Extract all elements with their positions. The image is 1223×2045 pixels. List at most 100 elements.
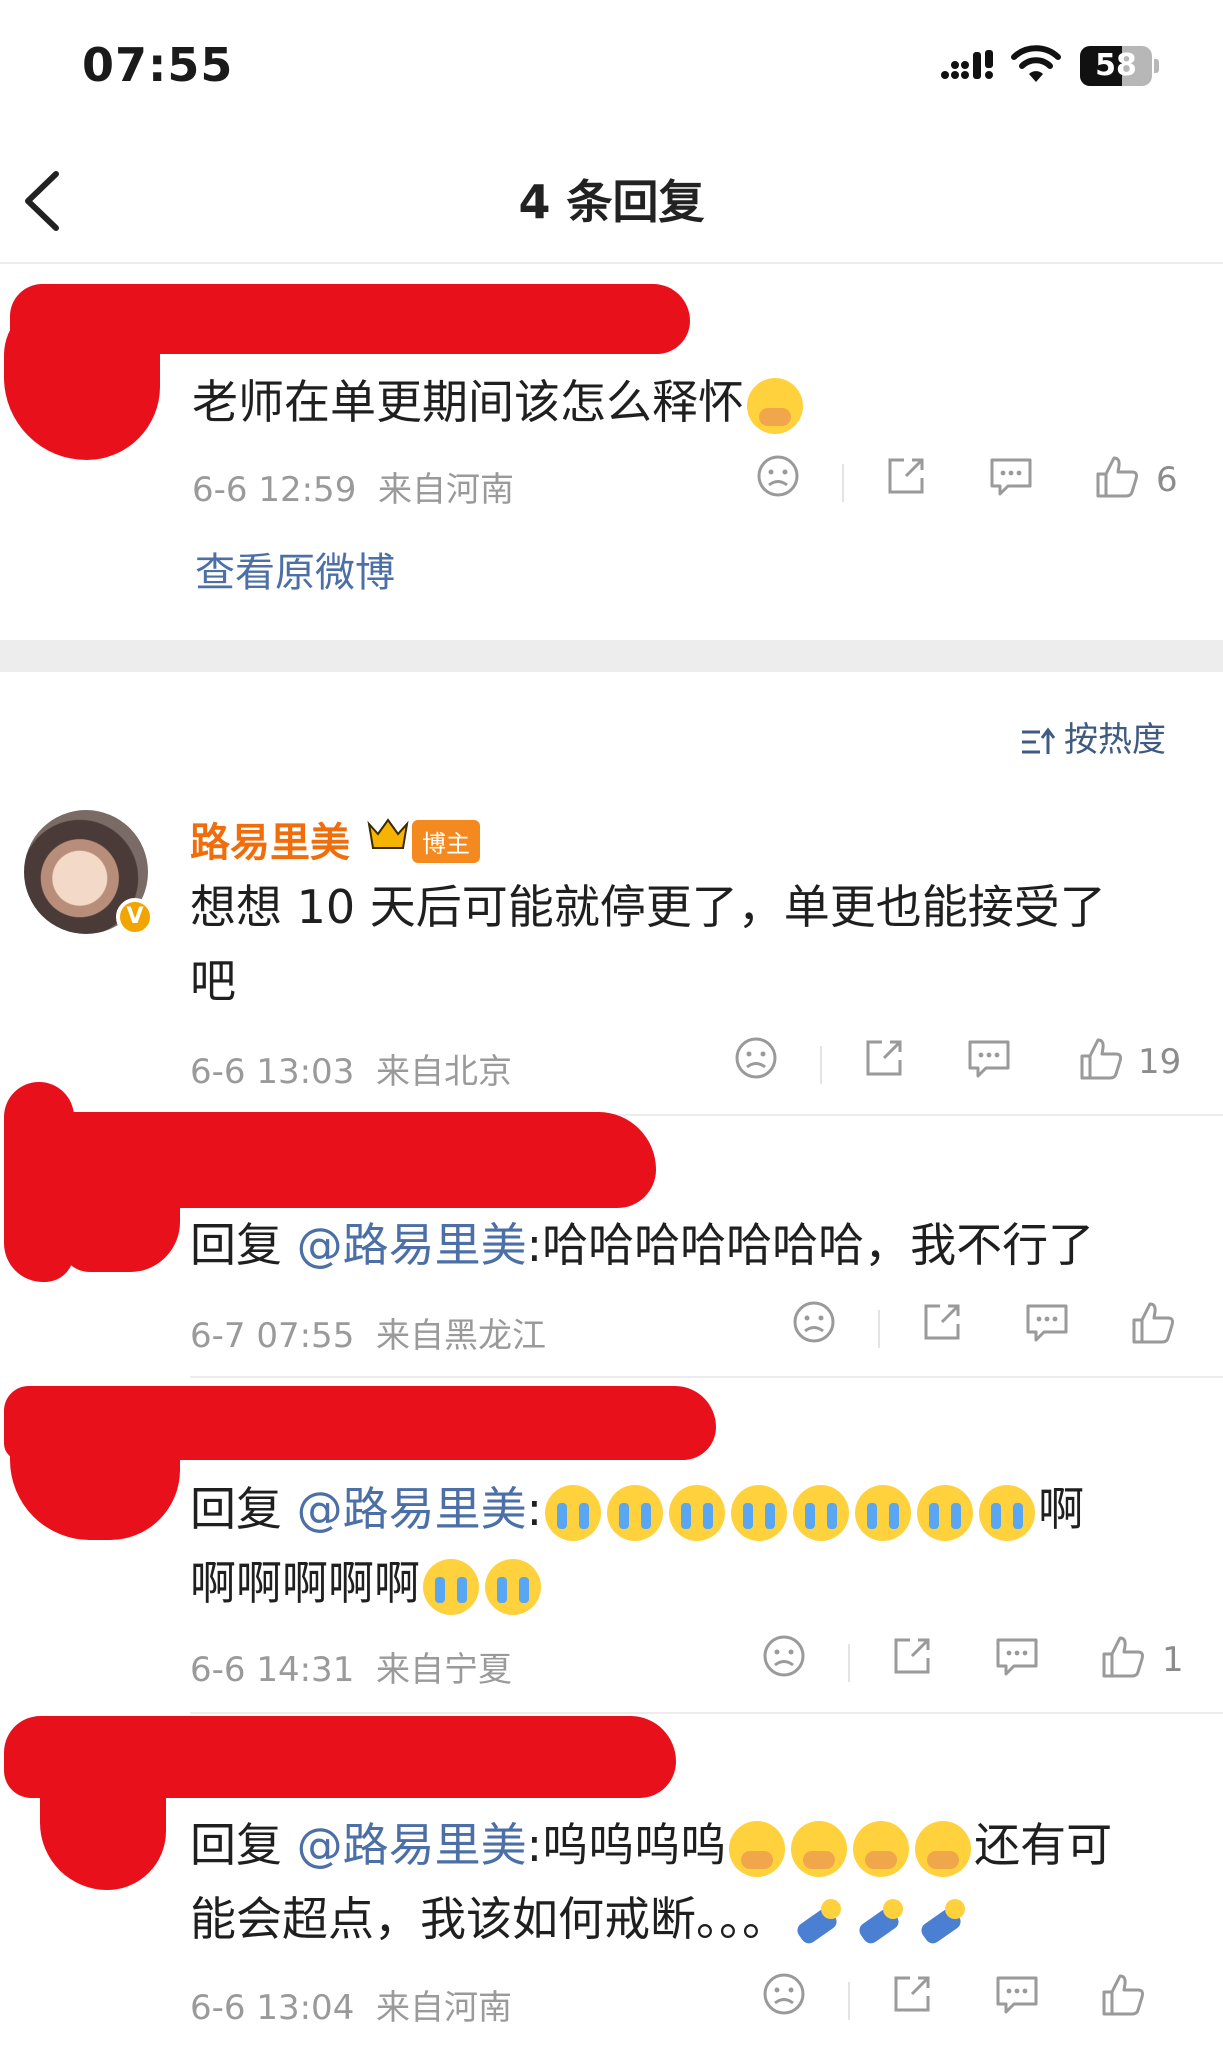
- redaction-mark: [40, 1730, 166, 1890]
- reply-text: 回复 @路易里美:呜呜呜呜 还有可 能会超点，我该如何戒断。。。: [190, 1808, 1112, 1956]
- crying-emoji-icon: [423, 1558, 479, 1615]
- like-button[interactable]: [1130, 1300, 1176, 1346]
- clock: 07:55: [82, 38, 234, 92]
- crying-emoji-icon: [917, 1484, 974, 1541]
- reply-meta: 6-6 13:03 来自北京: [190, 1044, 512, 1093]
- mention-link[interactable]: @路易里美: [297, 1218, 527, 1272]
- crying-emoji-icon: [793, 1484, 850, 1541]
- comment-button[interactable]: [988, 454, 1034, 498]
- section-divider: [0, 640, 1223, 672]
- share-icon: [866, 1040, 902, 1076]
- sort-toggle[interactable]: 按热度: [1020, 712, 1166, 761]
- location: 来自宁夏: [375, 1650, 512, 1690]
- location: 来自河南: [375, 1988, 512, 2028]
- dislike-button[interactable]: [756, 454, 800, 498]
- frown-face-icon: [763, 1635, 805, 1677]
- share-button[interactable]: [884, 454, 928, 498]
- crying-emoji-icon: [607, 1484, 664, 1541]
- comment-icon: [1026, 1304, 1068, 1342]
- hand-over-mouth-emoji-icon: [747, 377, 803, 434]
- share-icon: [924, 1304, 960, 1340]
- timestamp: 6-6 13:04: [190, 1988, 355, 2028]
- share-button[interactable]: [920, 1300, 964, 1344]
- mention-link[interactable]: @路易里美: [297, 1818, 527, 1872]
- frown-face-icon: [757, 455, 799, 497]
- sort-icon: [1022, 727, 1056, 754]
- reply-action-bar: [792, 1300, 1192, 1360]
- reply-text: 想想 10 天后可能就停更了，单更也能接受了 吧: [190, 880, 1106, 1008]
- like-count: 19: [1138, 1042, 1182, 1082]
- reply-meta: 6-6 13:04 来自河南: [190, 1980, 512, 2029]
- thumbs-up-icon: [1132, 1302, 1174, 1344]
- hand-over-mouth-emoji-icon: [791, 1820, 848, 1877]
- location: 来自黑龙江: [375, 1316, 546, 1356]
- reply-action-bar: [762, 1972, 1192, 2032]
- like-button[interactable]: [1100, 1972, 1146, 2018]
- dislike-button[interactable]: [792, 1300, 836, 1344]
- verified-badge-icon: V: [116, 898, 154, 936]
- battery-level: 58: [1095, 48, 1137, 83]
- crying-emoji-icon: [731, 1484, 788, 1541]
- like-button[interactable]: [1094, 454, 1140, 500]
- like-button[interactable]: [1100, 1634, 1146, 1680]
- thumbs-up-icon: [1080, 1038, 1122, 1080]
- hand-over-mouth-emoji-icon: [729, 1820, 786, 1877]
- crying-emoji-icon: [979, 1484, 1036, 1541]
- dislike-button[interactable]: [734, 1036, 778, 1080]
- share-button[interactable]: [890, 1634, 934, 1678]
- timestamp: 6-6 13:03: [190, 1052, 355, 1092]
- cellular-signal-icon: [941, 50, 993, 79]
- comment-button[interactable]: [994, 1972, 1040, 2016]
- page-title: 4 条回复: [518, 175, 705, 229]
- crying-emoji-icon: [855, 1484, 912, 1541]
- comment-icon: [990, 458, 1032, 496]
- frown-face-icon: [793, 1301, 835, 1343]
- like-button[interactable]: [1078, 1036, 1124, 1082]
- share-button[interactable]: [862, 1036, 906, 1080]
- reply-meta: 6-7 07:55 来自黑龙江: [190, 1308, 546, 1357]
- like-count: 6: [1156, 460, 1178, 500]
- timestamp: 6-6 12:59: [192, 470, 357, 510]
- sort-label: 按热度: [1064, 720, 1166, 760]
- timestamp: 6-7 07:55: [190, 1316, 355, 1356]
- crying-emoji-icon: [669, 1484, 726, 1541]
- root-comment-text: 老师在单更期间该怎么释怀: [192, 366, 806, 434]
- redaction-mark: [10, 1420, 180, 1540]
- kneeling-person-emoji-icon: [791, 1895, 847, 1951]
- status-bar: 07:55 58: [0, 0, 1223, 140]
- blogger-badge: 博主: [412, 820, 480, 863]
- comment-button[interactable]: [994, 1634, 1040, 1678]
- redaction-mark: [60, 1180, 180, 1272]
- share-icon: [894, 1976, 930, 2012]
- nav-bar: 4 条回复: [0, 140, 1223, 264]
- battery-icon: 58: [1080, 46, 1159, 86]
- timestamp: 6-6 14:31: [190, 1650, 355, 1690]
- root-action-bar: 6: [756, 454, 1196, 514]
- crying-emoji-icon: [545, 1484, 602, 1541]
- crown-icon: [367, 818, 409, 849]
- thumbs-up-icon: [1096, 456, 1138, 498]
- dislike-button[interactable]: [762, 1634, 806, 1678]
- reply-action-bar: 19: [734, 1036, 1194, 1096]
- share-icon: [888, 458, 924, 494]
- crying-emoji-icon: [485, 1558, 541, 1615]
- reply-meta: 6-6 14:31 来自宁夏: [190, 1642, 512, 1691]
- view-original-link[interactable]: 查看原微博: [195, 540, 395, 598]
- dislike-button[interactable]: [762, 1972, 806, 2016]
- frown-face-icon: [763, 1973, 805, 2015]
- reply-action-bar: 1: [762, 1634, 1192, 1694]
- author-name[interactable]: 路易里美: [190, 810, 350, 868]
- thumbs-up-icon: [1102, 1974, 1144, 2016]
- root-comment-meta: 6-6 12:59 来自河南: [192, 462, 514, 511]
- share-button[interactable]: [890, 1972, 934, 2016]
- mention-link[interactable]: @路易里美: [297, 1482, 527, 1536]
- wifi-icon: [1011, 45, 1061, 82]
- comment-icon: [968, 1040, 1010, 1078]
- comment-icon: [996, 1976, 1038, 2014]
- comment-button[interactable]: [1024, 1300, 1070, 1344]
- like-count: 1: [1162, 1640, 1184, 1680]
- thumbs-up-icon: [1102, 1636, 1144, 1678]
- hand-over-mouth-emoji-icon: [915, 1820, 972, 1877]
- comment-button[interactable]: [966, 1036, 1012, 1080]
- divider: [190, 1712, 1223, 1714]
